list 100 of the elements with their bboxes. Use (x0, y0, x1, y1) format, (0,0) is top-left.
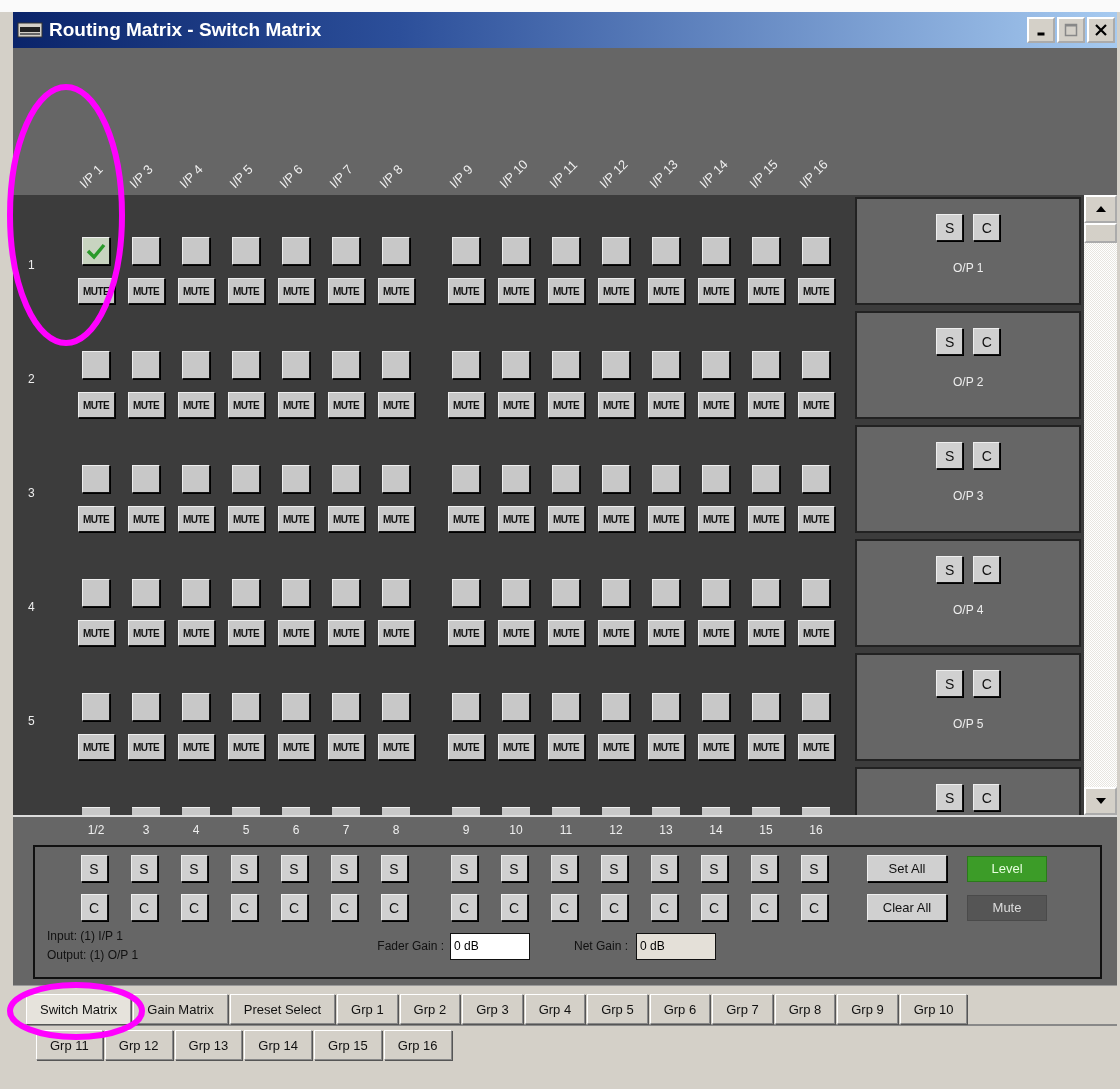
route-checkbox[interactable] (602, 465, 630, 493)
mute-button[interactable]: MUTE (177, 392, 215, 418)
tab[interactable]: Grp 16 (383, 1030, 452, 1060)
mute-button[interactable]: MUTE (77, 620, 115, 646)
tab[interactable]: Grp 1 (337, 994, 398, 1024)
route-checkbox[interactable] (382, 465, 410, 493)
route-checkbox[interactable] (332, 237, 360, 265)
mute-button[interactable]: MUTE (747, 506, 785, 532)
route-checkbox[interactable] (552, 579, 580, 607)
tab[interactable]: Grp 6 (649, 994, 711, 1024)
route-checkbox[interactable] (452, 351, 480, 379)
mute-button[interactable]: MUTE (647, 620, 685, 646)
route-checkbox[interactable] (232, 351, 260, 379)
route-checkbox[interactable] (552, 693, 580, 721)
mute-button[interactable]: MUTE (377, 734, 415, 760)
mute-button[interactable]: MUTE (647, 278, 685, 304)
route-checkbox[interactable] (552, 465, 580, 493)
clear-button[interactable]: C (180, 894, 208, 921)
set-button[interactable]: S (450, 855, 478, 882)
set-all-button[interactable]: Set All (867, 855, 947, 882)
route-checkbox[interactable] (332, 465, 360, 493)
mute-button[interactable]: MUTE (547, 620, 585, 646)
set-button[interactable]: S (936, 214, 964, 241)
mute-button[interactable]: MUTE (547, 506, 585, 532)
route-checkbox[interactable] (502, 351, 530, 379)
route-checkbox[interactable] (182, 693, 210, 721)
mute-button[interactable]: MUTE (327, 620, 365, 646)
route-checkbox[interactable] (332, 351, 360, 379)
route-checkbox[interactable] (282, 351, 310, 379)
mute-button[interactable]: MUTE (597, 734, 635, 760)
route-checkbox[interactable] (232, 465, 260, 493)
clear-button[interactable]: C (800, 894, 828, 921)
route-checkbox[interactable] (802, 351, 830, 379)
route-checkbox[interactable] (82, 465, 110, 493)
mute-button[interactable]: MUTE (447, 620, 485, 646)
mute-button[interactable]: MUTE (227, 278, 265, 304)
clear-button[interactable]: C (230, 894, 258, 921)
mute-button[interactable]: MUTE (327, 506, 365, 532)
route-checkbox[interactable] (702, 351, 730, 379)
route-checkbox[interactable] (282, 693, 310, 721)
route-checkbox[interactable] (452, 465, 480, 493)
clear-button[interactable]: C (700, 894, 728, 921)
set-button[interactable]: S (700, 855, 728, 882)
tab[interactable]: Gain Matrix (133, 994, 228, 1024)
route-checkbox[interactable] (702, 693, 730, 721)
route-checkbox[interactable] (382, 351, 410, 379)
tab[interactable]: Grp 7 (712, 994, 773, 1024)
set-button[interactable]: S (650, 855, 678, 882)
mute-button[interactable]: MUTE (497, 506, 535, 532)
mute-button[interactable]: MUTE (77, 734, 115, 760)
route-checkbox[interactable] (382, 693, 410, 721)
set-button[interactable]: S (936, 670, 964, 697)
clear-button[interactable]: C (750, 894, 778, 921)
mute-button[interactable]: MUTE (327, 734, 365, 760)
route-checkbox[interactable] (802, 237, 830, 265)
mute-button[interactable]: MUTE (447, 734, 485, 760)
tab[interactable]: Grp 2 (399, 994, 461, 1024)
tab[interactable]: Grp 12 (104, 1030, 173, 1060)
route-checkbox[interactable] (282, 237, 310, 265)
route-checkbox[interactable] (282, 465, 310, 493)
route-checkbox[interactable] (182, 351, 210, 379)
route-checkbox[interactable] (132, 351, 160, 379)
route-checkbox[interactable] (232, 237, 260, 265)
set-button[interactable]: S (130, 855, 158, 882)
mute-button[interactable]: MUTE (647, 392, 685, 418)
clear-button[interactable]: C (280, 894, 308, 921)
mute-button[interactable]: MUTE (277, 506, 315, 532)
mute-button[interactable]: MUTE (447, 278, 485, 304)
clear-button[interactable]: C (500, 894, 528, 921)
close-button[interactable] (1087, 17, 1115, 43)
net-gain-field[interactable]: 0 dB (636, 932, 716, 960)
mute-mode-button[interactable]: Mute (967, 894, 1047, 921)
set-button[interactable]: S (330, 855, 358, 882)
route-checkbox[interactable] (752, 579, 780, 607)
route-checkbox[interactable] (752, 465, 780, 493)
tab[interactable]: Grp 14 (244, 1030, 313, 1060)
clear-button[interactable]: C (973, 214, 1001, 241)
mute-button[interactable]: MUTE (747, 278, 785, 304)
mute-button[interactable]: MUTE (77, 392, 115, 418)
route-checkbox[interactable] (332, 693, 360, 721)
route-checkbox[interactable] (652, 237, 680, 265)
route-checkbox[interactable] (752, 237, 780, 265)
mute-button[interactable]: MUTE (597, 620, 635, 646)
clear-button[interactable]: C (650, 894, 678, 921)
tab[interactable]: Grp 5 (587, 994, 648, 1024)
route-checkbox[interactable] (752, 351, 780, 379)
route-checkbox[interactable] (132, 693, 160, 721)
mute-button[interactable]: MUTE (127, 278, 165, 304)
mute-button[interactable]: MUTE (177, 620, 215, 646)
set-button[interactable]: S (500, 855, 528, 882)
tab[interactable]: Preset Select (229, 994, 336, 1024)
mute-button[interactable]: MUTE (77, 506, 115, 532)
route-checkbox[interactable] (82, 693, 110, 721)
mute-button[interactable]: MUTE (277, 278, 315, 304)
clear-button[interactable]: C (973, 442, 1001, 469)
clear-button[interactable]: C (600, 894, 628, 921)
route-checkbox[interactable] (382, 237, 410, 265)
clear-button[interactable]: C (380, 894, 408, 921)
clear-button[interactable]: C (450, 894, 478, 921)
route-checkbox[interactable] (652, 351, 680, 379)
